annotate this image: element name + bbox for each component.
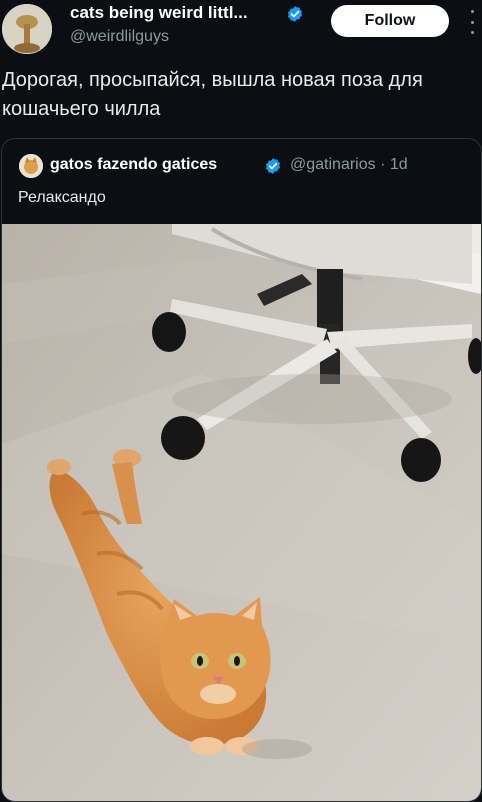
author-handle[interactable]: @weirdlilguys	[70, 28, 169, 46]
tweet-text: Дорогая, просыпайся, вышла новая поза дл…	[2, 69, 423, 120]
author-avatar[interactable]	[2, 4, 52, 54]
quote-author-avatar[interactable]	[19, 154, 43, 178]
quoted-tweet[interactable]: gatos fazendo gatices @gatinarios · 1d Р…	[1, 138, 482, 802]
more-options-icon[interactable]	[466, 10, 478, 34]
tweet-header: cats being weird littl... @weirdlilguys …	[0, 0, 482, 60]
verified-badge-icon	[265, 158, 281, 174]
author-name[interactable]: cats being weird littl...	[70, 3, 248, 23]
quote-author-name[interactable]: gatos fazendo gatices	[50, 156, 217, 174]
cat-photo[interactable]	[2, 224, 481, 801]
quote-text: Релаксандо	[18, 189, 106, 206]
follow-button[interactable]: Follow	[331, 5, 449, 37]
quote-handle-and-time: @gatinarios · 1d	[290, 156, 408, 173]
verified-badge-icon	[287, 6, 303, 22]
